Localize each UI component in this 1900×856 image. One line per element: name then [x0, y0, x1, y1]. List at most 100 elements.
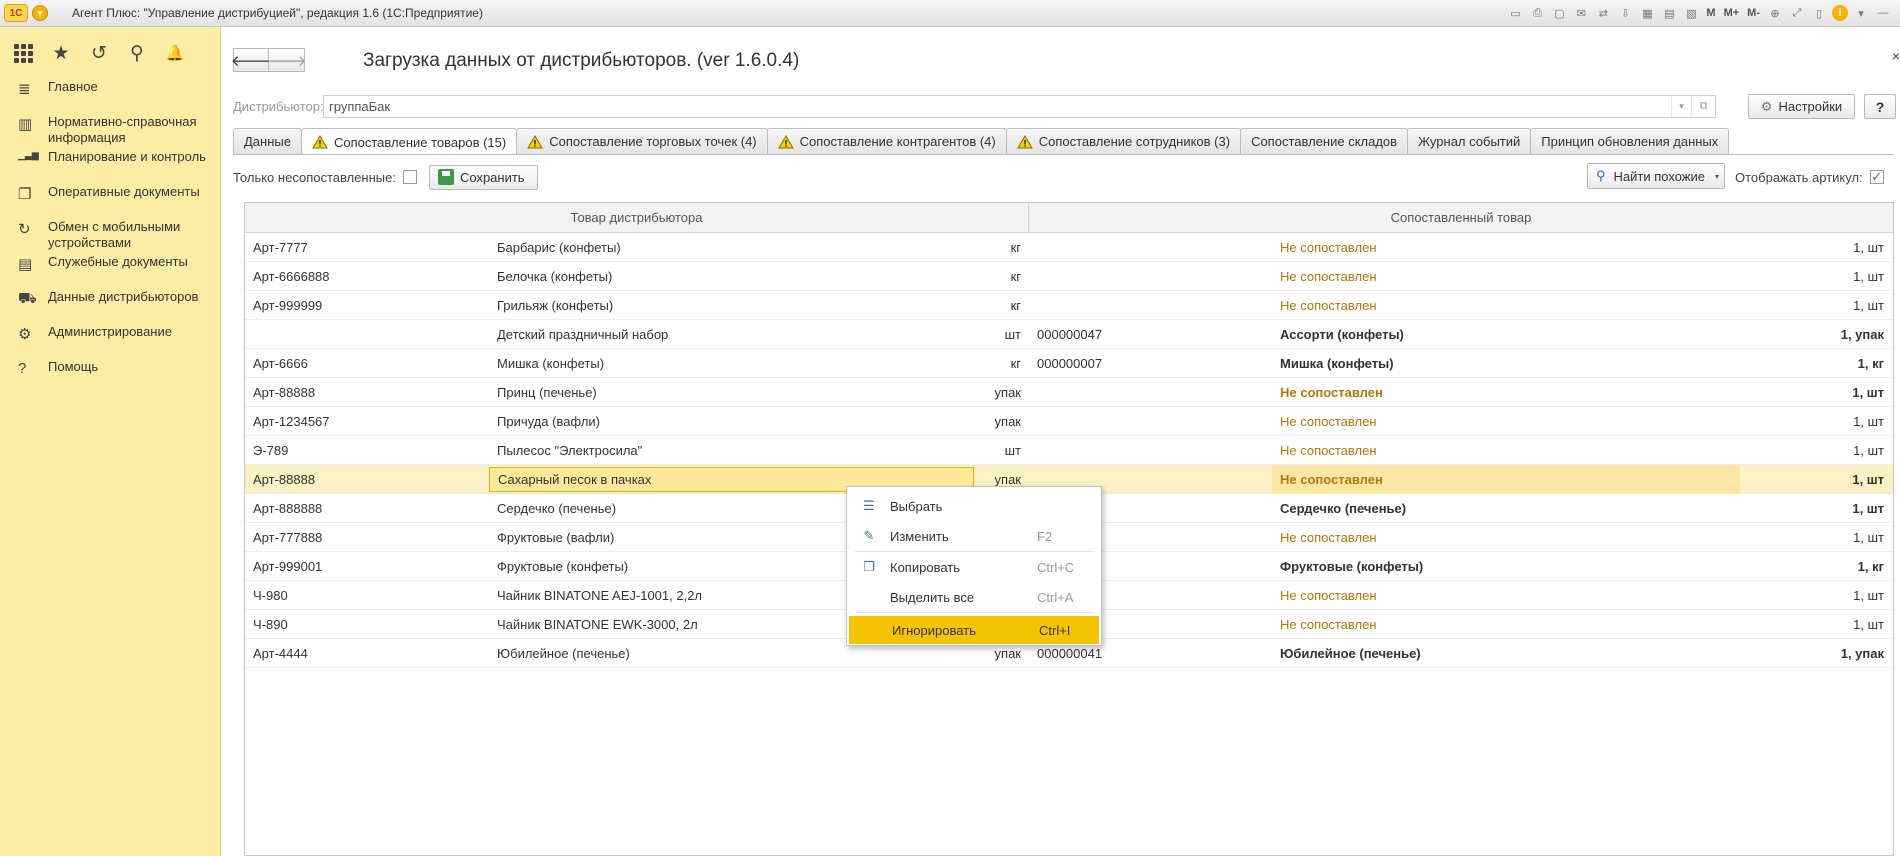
chevron-down-icon[interactable]: ▾: [1671, 96, 1691, 117]
tab-3[interactable]: Сопоставление контрагентов (4): [766, 128, 1007, 154]
sidebar-item-admin[interactable]: ⚙ Администрирование: [0, 324, 220, 359]
find-similar-button[interactable]: ⚲ Найти похожие ▾: [1587, 163, 1725, 189]
product-name-cell[interactable]: Мишка (конфеты): [489, 356, 974, 371]
show-article-checkbox[interactable]: ✓: [1869, 169, 1884, 184]
matched-product-cell[interactable]: Ассорти (конфеты): [1272, 327, 1740, 342]
sidebar-item-planning[interactable]: ▁▃▆ Планирование и контроль: [0, 149, 220, 184]
only-unmatched-checkbox[interactable]: [402, 170, 417, 184]
search-icon[interactable]: ⚲: [126, 42, 148, 64]
matched-product-cell[interactable]: Не сопоставлен: [1272, 588, 1740, 603]
print-icon[interactable]: ⎙: [1528, 4, 1546, 22]
table-row[interactable]: Детский праздничный набор шт 000000047 Ассо…: [245, 320, 1893, 349]
matched-product-cell[interactable]: Не сопоставлен: [1272, 385, 1740, 400]
matched-product-cell[interactable]: Не сопоставлен: [1272, 464, 1740, 494]
settings-button[interactable]: ⚙ Настройки: [1748, 94, 1855, 119]
tab-7[interactable]: Принцип обновления данных: [1530, 128, 1730, 154]
product-name-cell[interactable]: Принц (печенье): [489, 385, 974, 400]
main-menu-button[interactable]: ▾: [32, 5, 48, 21]
menu-item-copy[interactable]: ❐ Копировать Ctrl+C: [847, 552, 1101, 582]
product-name-cell[interactable]: Грильяж (конфеты): [489, 298, 974, 313]
show-article-row: Отображать артикул: ✓: [1735, 164, 1884, 190]
link-icon[interactable]: ⇄: [1594, 4, 1612, 22]
sidebar-item-mobile[interactable]: ↻ Обмен с мобильными устройствами: [0, 219, 220, 254]
matched-product-cell[interactable]: Не сопоставлен: [1272, 240, 1740, 255]
quantity-cell: 1, шт: [1853, 297, 1884, 313]
matched-product-cell[interactable]: Не сопоставлен: [1272, 269, 1740, 284]
table-row[interactable]: Арт-7777 Барбарис (конфеты) кг Не сопоставл…: [245, 233, 1893, 262]
calendar-icon[interactable]: ▤: [1660, 4, 1678, 22]
history-icon[interactable]: ↺: [88, 42, 110, 64]
product-name-cell[interactable]: Пылесос "Электросила": [489, 443, 974, 458]
matched-product-cell[interactable]: Не сопоставлен: [1272, 443, 1740, 458]
tab-1[interactable]: Сопоставление товаров (15): [300, 128, 518, 155]
menu-item-edit[interactable]: ✎ Изменить F2: [847, 521, 1101, 551]
column-header-distributor-product[interactable]: Товар дистрибьютора: [245, 203, 1029, 232]
sidebar-item-service[interactable]: ▤ Служебные документы: [0, 254, 220, 289]
matched-product-cell[interactable]: Сердечко (печенье): [1272, 501, 1740, 516]
table-row[interactable]: Арт-6666888 Белочка (конфеты) кг Не сопоста…: [245, 262, 1893, 291]
zoom-icon[interactable]: ⊕: [1766, 4, 1784, 22]
chevron-down-icon[interactable]: ▾: [1852, 4, 1870, 22]
column-header-matched-product[interactable]: Сопоставленный товар: [1029, 203, 1893, 232]
tab-6[interactable]: Журнал событий: [1407, 128, 1532, 154]
menu-item-ignore[interactable]: Игнорировать Ctrl+I: [849, 616, 1099, 644]
info-icon[interactable]: i: [1832, 5, 1848, 21]
sidebar-item-nsi[interactable]: ▥ Нормативно-справочная информация: [0, 114, 220, 149]
memory-mminus-button[interactable]: M-: [1745, 4, 1762, 22]
sidebar-item-distributors[interactable]: ⛟ Данные дистрибьюторов: [0, 289, 220, 324]
favorites-star-icon[interactable]: ★: [50, 42, 72, 64]
minimize-icon[interactable]: —: [1874, 4, 1892, 22]
apps-grid-icon[interactable]: [12, 42, 34, 64]
menu-item-select-all[interactable]: Выделить все Ctrl+A: [847, 582, 1101, 612]
matched-product-cell[interactable]: Не сопоставлен: [1272, 298, 1740, 313]
tab-2[interactable]: Сопоставление торговых точек (4): [516, 128, 768, 154]
table-row[interactable]: Э-789 Пылесос "Электросила" шт Не сопоставл…: [245, 436, 1893, 465]
tab-5[interactable]: Сопоставление складов: [1240, 128, 1409, 154]
close-icon[interactable]: ×: [1892, 48, 1900, 64]
product-name-cell[interactable]: Юбилейное (печенье): [489, 646, 974, 661]
chevron-down-icon: ▾: [1715, 171, 1720, 181]
product-name-cell[interactable]: Причуда (вафли): [489, 414, 974, 429]
help-button[interactable]: ?: [1864, 94, 1896, 119]
menu-item-shortcut: Ctrl+A: [1037, 589, 1074, 605]
sidebar-item-help[interactable]: ? Помощь: [0, 359, 220, 394]
product-name-cell[interactable]: Детский праздничный набор: [489, 327, 974, 342]
preview-icon[interactable]: ▢: [1550, 4, 1568, 22]
sidebar-item-operative[interactable]: ❐ Оперативные документы: [0, 184, 220, 219]
matched-product-cell[interactable]: Мишка (конфеты): [1272, 356, 1740, 371]
table-row[interactable]: Арт-6666 Мишка (конфеты) кг 000000007 Мишка …: [245, 349, 1893, 378]
open-icon[interactable]: ⧉: [1691, 96, 1715, 117]
product-name-cell[interactable]: Барбарис (конфеты): [489, 240, 974, 255]
fullscreen-icon[interactable]: ⤢: [1788, 4, 1806, 22]
save-button[interactable]: Сохранить: [428, 164, 538, 190]
panel-icon[interactable]: ▯: [1810, 4, 1828, 22]
memory-mplus-button[interactable]: M+: [1722, 4, 1742, 22]
tab-0[interactable]: Данные: [233, 128, 302, 154]
quantity-cell: 1, упак: [1840, 645, 1884, 661]
matched-product-cell[interactable]: Не сопоставлен: [1272, 414, 1740, 429]
back-button[interactable]: 🡐: [231, 48, 271, 72]
sync-icon: ↻: [18, 221, 31, 238]
table-icon[interactable]: ▧: [1682, 4, 1700, 22]
attach-icon[interactable]: ✉: [1572, 4, 1590, 22]
table-row[interactable]: Арт-88888 Принц (печенье) упак Не сопоставл…: [245, 378, 1893, 407]
calculator-icon[interactable]: ▦: [1638, 4, 1656, 22]
download-icon[interactable]: ⇩: [1616, 4, 1634, 22]
tab-4[interactable]: Сопоставление сотрудников (3): [1005, 128, 1242, 154]
distributor-field[interactable]: группаБак ▾ ⧉: [323, 95, 1716, 118]
table-row[interactable]: Арт-1234567 Причуда (вафли) упак Не сопоста…: [245, 407, 1893, 436]
tab-label: Данные: [244, 134, 291, 149]
product-name-cell[interactable]: Белочка (конфеты): [489, 269, 974, 284]
notifications-bell-icon[interactable]: 🔔: [164, 42, 186, 64]
matched-product-cell[interactable]: Юбилейное (печенье): [1272, 646, 1740, 661]
matched-product-cell[interactable]: Не сопоставлен: [1272, 617, 1740, 632]
memory-m-button[interactable]: M: [1704, 4, 1717, 22]
table-row[interactable]: Арт-999999 Грильяж (конфеты) кг Не сопостав…: [245, 291, 1893, 320]
sidebar-item-main[interactable]: ≣ Главное: [0, 79, 220, 114]
matched-product-cell[interactable]: Не сопоставлен: [1272, 530, 1740, 545]
save-doc-icon[interactable]: ▭: [1506, 4, 1524, 22]
matched-product-cell[interactable]: Фруктовые (конфеты): [1272, 559, 1740, 574]
menu-item-select[interactable]: ☰ Выбрать: [847, 491, 1101, 521]
bar-chart-icon: ▁▃▆: [18, 150, 39, 160]
forward-button[interactable]: 🡒: [266, 48, 307, 72]
